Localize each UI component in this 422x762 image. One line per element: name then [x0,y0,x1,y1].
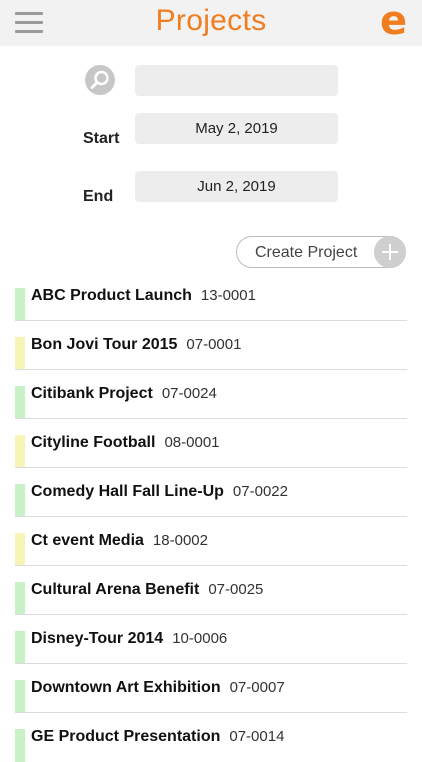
project-list: ABC Product Launch 13-0001 Bon Jovi Tour 2… [0,272,422,762]
search-field[interactable] [135,65,338,96]
project-name: Bon Jovi Tour 2015 [31,336,178,353]
project-row[interactable]: ABC Product Launch 13-0001 [0,272,422,321]
status-indicator [15,729,25,762]
status-indicator [15,337,25,370]
status-indicator [15,435,25,468]
project-row[interactable]: Ct event Media 18-0002 [0,517,422,566]
end-date-field[interactable]: Jun 2, 2019 [135,171,338,202]
project-code: 13-0001 [200,287,256,304]
project-name: ABC Product Launch [31,287,192,304]
project-row[interactable]: GE Product Presentation 07-0014 [0,713,422,762]
project-title: Ct event Media 18-0002 [31,532,208,550]
search-icon[interactable] [85,65,115,95]
project-title: Cityline Football 08-0001 [31,434,220,452]
start-date-field[interactable]: May 2, 2019 [135,113,338,144]
project-code: 07-0025 [208,581,264,598]
project-title: Comedy Hall Fall Line-Up 07-0022 [31,483,288,501]
brand-logo: e [380,0,408,44]
project-title: Cultural Arena Benefit 07-0025 [31,581,263,599]
project-row[interactable]: Cultural Arena Benefit 07-0025 [0,566,422,615]
page-title: Projects [155,4,267,37]
project-title: Bon Jovi Tour 2015 07-0001 [31,336,241,354]
status-indicator [15,288,25,321]
project-name: Cultural Arena Benefit [31,581,200,598]
project-name: Downtown Art Exhibition [31,679,221,696]
create-project-button[interactable]: Create Project [236,236,406,268]
start-label: Start [83,130,120,147]
project-name: Comedy Hall Fall Line-Up [31,483,224,500]
status-indicator [15,533,25,566]
project-title: Citibank Project 07-0024 [31,385,217,403]
project-code: 07-0024 [161,385,217,402]
plus-icon [374,236,406,268]
project-code: 08-0001 [164,434,220,451]
project-code: 18-0002 [152,532,208,549]
project-name: GE Product Presentation [31,728,221,745]
status-indicator [15,631,25,664]
status-indicator [15,386,25,419]
project-name: Citibank Project [31,385,153,402]
project-row[interactable]: Downtown Art Exhibition 07-0007 [0,664,422,713]
project-code: 07-0001 [186,336,242,353]
status-indicator [15,582,25,615]
project-code: 10-0006 [172,630,228,647]
create-project-label: Create Project [255,244,358,261]
project-code: 07-0007 [229,679,285,696]
status-indicator [15,484,25,517]
project-row[interactable]: Citibank Project 07-0024 [0,370,422,419]
project-row[interactable]: Bon Jovi Tour 2015 07-0001 [0,321,422,370]
project-title: Disney-Tour 2014 10-0006 [31,630,227,648]
project-name: Cityline Football [31,434,156,451]
project-row[interactable]: Disney-Tour 2014 10-0006 [0,615,422,664]
project-name: Ct event Media [31,532,144,549]
project-name: Disney-Tour 2014 [31,630,164,647]
search-input[interactable] [135,65,338,96]
project-row[interactable]: Cityline Football 08-0001 [0,419,422,468]
project-title: ABC Product Launch 13-0001 [31,287,256,305]
project-row[interactable]: Comedy Hall Fall Line-Up 07-0022 [0,468,422,517]
project-title: GE Product Presentation 07-0014 [31,728,284,746]
project-code: 07-0014 [229,728,285,745]
top-bar: Projects e [0,0,422,46]
project-title: Downtown Art Exhibition 07-0007 [31,679,285,697]
end-label: End [83,188,114,205]
project-code: 07-0022 [232,483,288,500]
status-indicator [15,680,25,713]
